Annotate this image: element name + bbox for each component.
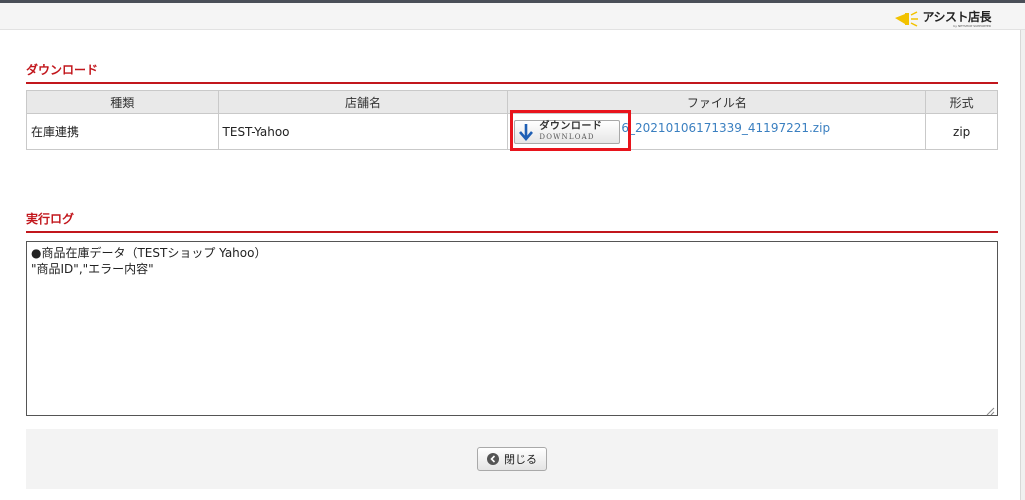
footer-bar: 閉じる <box>26 429 998 489</box>
log-section-title: 実行ログ <box>26 210 998 233</box>
scrollbar[interactable] <box>1020 30 1025 500</box>
arrow-down-icon <box>515 121 537 143</box>
download-button-label: ダウンロード <box>539 121 603 132</box>
megaphone-icon <box>895 11 919 27</box>
cell-format: zip <box>925 113 998 150</box>
download-button[interactable]: ダウンロード DOWNLOAD <box>514 120 621 144</box>
table-header-row: 種類 店舗名 ファイル名 形式 <box>26 90 998 114</box>
close-button[interactable]: 閉じる <box>477 447 547 471</box>
table-row: 在庫連携 TEST-Yahoo ダウンロード DOWNLOAD 6_202101… <box>26 113 998 150</box>
column-header-type: 種類 <box>26 90 219 114</box>
column-header-shop: 店舗名 <box>217 90 509 114</box>
log-line: ●商品在庫データ（TESTショップ Yahoo） <box>31 246 267 260</box>
app-logo: アシスト店長 by NETSHOP SUPPORTER <box>895 8 991 30</box>
cell-file: ダウンロード DOWNLOAD 6_20210106171339_4119722… <box>507 113 927 150</box>
cell-shop: TEST-Yahoo <box>217 113 509 150</box>
log-line: "商品ID","エラー内容" <box>31 262 154 276</box>
resize-grip-icon[interactable] <box>986 404 995 416</box>
back-arrow-icon <box>487 453 499 465</box>
top-bar: アシスト店長 by NETSHOP SUPPORTER <box>0 0 1025 30</box>
download-button-sublabel: DOWNLOAD <box>539 133 595 141</box>
download-button-labels: ダウンロード DOWNLOAD <box>539 122 602 142</box>
logo-text: アシスト店長 by NETSHOP SUPPORTER <box>922 9 991 28</box>
logo-title: アシスト店長 <box>922 9 991 24</box>
file-name-link[interactable]: 6_20210106171339_41197221.zip <box>621 121 830 135</box>
column-header-format: 形式 <box>925 90 998 114</box>
close-button-label: 閉じる <box>504 453 537 466</box>
logo-subtitle: by NETSHOP SUPPORTER <box>953 23 991 28</box>
cell-type: 在庫連携 <box>26 113 219 150</box>
log-textarea[interactable]: ●商品在庫データ（TESTショップ Yahoo） "商品ID","エラー内容" <box>26 241 998 416</box>
download-table: 種類 店舗名 ファイル名 形式 在庫連携 TEST-Yahoo ダウンロード D… <box>26 90 998 150</box>
download-section-title: ダウンロード <box>26 61 998 84</box>
column-header-file-name: ファイル名 <box>507 90 927 114</box>
